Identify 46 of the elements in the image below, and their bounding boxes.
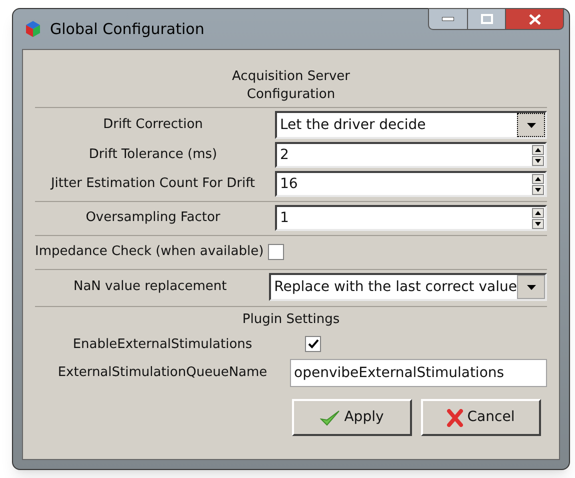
field-label: Impedance Check (when available): [35, 243, 265, 262]
spin-field[interactable]: 1: [275, 205, 547, 231]
maximize-button[interactable]: [468, 8, 506, 30]
dropdown[interactable]: Replace with the last correct value: [269, 273, 547, 301]
caret-icon: [526, 284, 536, 290]
check-icon: [308, 339, 318, 350]
spin-value: 2: [279, 146, 290, 164]
dropdown-button[interactable]: [517, 113, 545, 137]
caret-icon: [526, 122, 536, 128]
input-field[interactable]: openvibeExternalStimulations: [290, 359, 547, 387]
spin-down-icon[interactable]: [532, 156, 544, 166]
spin-value: 16: [279, 174, 299, 194]
close-button[interactable]: [506, 8, 564, 30]
field-label: EnableExternalStimulations: [72, 336, 254, 354]
field-label: ExternalStimulationQueueName: [56, 364, 268, 382]
spin-up-icon[interactable]: [532, 174, 544, 184]
cancel-button[interactable]: Cancel: [421, 399, 541, 436]
field-label: Jitter Estimation Count For Drift: [49, 175, 256, 194]
dropdown-button[interactable]: [517, 275, 545, 299]
field-label: Drift Correction: [102, 116, 204, 134]
dropdown[interactable]: Let the driver decide: [275, 111, 547, 139]
field-label: Oversampling Factor: [84, 209, 222, 228]
spin-field[interactable]: 2: [275, 142, 547, 168]
cube-icon: [24, 20, 42, 38]
checkbox[interactable]: [268, 244, 284, 260]
spin-down-icon[interactable]: [532, 218, 544, 228]
apply-button[interactable]: Apply: [292, 399, 412, 436]
maximize-icon: [480, 14, 492, 24]
spin-down-icon[interactable]: [532, 184, 544, 194]
section-title: Acquisition Server Configuration: [231, 68, 351, 104]
field-label: Drift Tolerance (ms): [88, 146, 218, 164]
checkmark-icon: [320, 408, 340, 426]
section-title: Plugin Settings: [241, 311, 341, 329]
x-icon: [447, 408, 464, 426]
dropdown-value: Let the driver decide: [279, 116, 427, 134]
dropdown-value: Replace with the last correct value: [273, 278, 517, 296]
minimize-button[interactable]: [428, 8, 468, 30]
window-title: Global Configuration: [50, 18, 204, 40]
spin-value: 1: [279, 208, 290, 228]
minimize-icon: [442, 17, 454, 21]
close-icon: [528, 14, 540, 24]
field-label: NaN value replacement: [72, 278, 228, 296]
spin-field[interactable]: 16: [275, 171, 547, 197]
checkbox[interactable]: [305, 336, 321, 352]
spin-up-icon[interactable]: [532, 144, 544, 154]
spin-up-icon[interactable]: [532, 208, 544, 218]
